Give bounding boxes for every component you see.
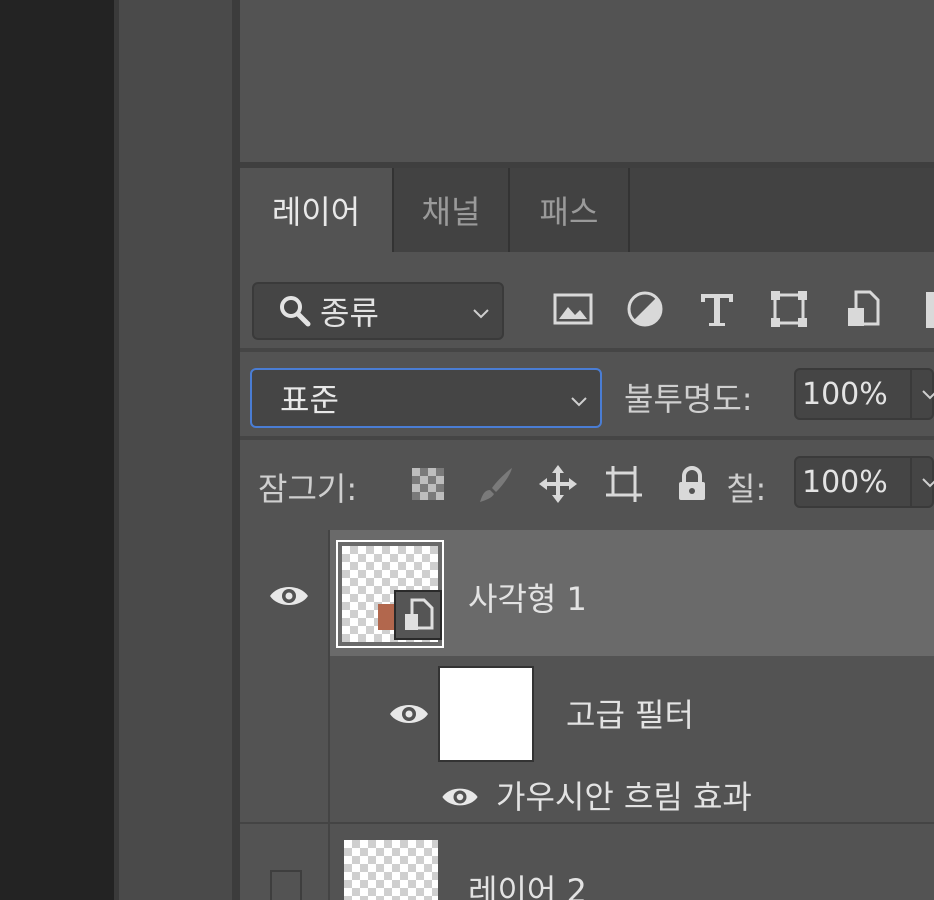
visibility-column [240, 530, 330, 656]
layers-list: 사각형 1 고급 필터 가우시안 흐림 효과 레이어 2 [240, 530, 934, 900]
layer-thumbnail [344, 840, 438, 900]
fill-value: 100% [802, 464, 888, 500]
lock-position-move-icon[interactable] [538, 464, 578, 504]
search-icon [280, 296, 311, 327]
filter-toggle-switch[interactable] [926, 292, 934, 328]
chevron-down-icon [473, 309, 489, 319]
layers-panel: 레이어 채널 패스 종류 표준 불투명도: 100% 잠그기: 칠: 100% … [240, 0, 934, 900]
fill-label: 칠: [726, 470, 767, 508]
tab-divider [628, 168, 630, 252]
fill-field[interactable]: 100% [794, 456, 934, 508]
layer-thumbnail-frame [336, 540, 444, 648]
smart-object-badge [394, 590, 442, 640]
opacity-field[interactable]: 100% [794, 368, 934, 420]
tab-layers[interactable]: 레이어 [240, 168, 392, 252]
smart-object-icon [405, 598, 434, 630]
gaussian-blur-filter-label[interactable]: 가우시안 흐림 효과 [496, 772, 752, 818]
layer-row[interactable]: 사각형 1 [240, 530, 934, 656]
upper-panel-area [240, 0, 934, 162]
lock-all-icon[interactable] [672, 464, 712, 504]
blend-mode-value: 표준 [280, 381, 339, 419]
panel-tabbar: 레이어 채널 패스 [240, 168, 934, 252]
filter-kind-label: 종류 [320, 294, 379, 332]
layer-row[interactable]: 레이어 2 [240, 824, 934, 900]
layer-filter-row: 종류 [240, 252, 934, 348]
canvas-background [0, 0, 114, 900]
lock-artboard-icon[interactable] [604, 464, 644, 504]
filter-kind-select[interactable]: 종류 [252, 282, 504, 340]
thumbnail-image-fragment [378, 604, 394, 630]
eye-icon[interactable] [388, 700, 430, 728]
chevron-down-icon[interactable] [920, 472, 934, 492]
lock-pixels-brush-icon[interactable] [476, 464, 516, 504]
field-divider [910, 370, 912, 418]
type-filter-icon[interactable] [696, 288, 738, 330]
opacity-value: 100% [802, 376, 888, 412]
image-filter-icon[interactable] [552, 288, 594, 330]
tab-paths[interactable]: 패스 [510, 168, 628, 252]
field-divider [910, 458, 912, 506]
lock-label: 잠그기: [258, 470, 358, 508]
layer-name[interactable]: 사각형 1 [468, 574, 587, 620]
blend-mode-row: 표준 불투명도: 100% [240, 352, 934, 436]
eye-icon[interactable] [268, 582, 310, 610]
shape-filter-icon[interactable] [768, 288, 810, 330]
layer-name[interactable]: 레이어 2 [468, 866, 587, 900]
lock-row: 잠그기: 칠: 100% [240, 440, 934, 530]
panel-divider[interactable] [232, 0, 240, 900]
tab-channels[interactable]: 채널 [394, 168, 508, 252]
blend-mode-select[interactable]: 표준 [250, 368, 602, 428]
filter-mask-thumbnail[interactable] [438, 666, 534, 762]
smart-object-filter-icon[interactable] [842, 288, 884, 330]
visibility-column [240, 656, 330, 822]
lock-transparency-icon[interactable] [408, 464, 448, 504]
smart-filters-label[interactable]: 고급 필터 [566, 690, 694, 736]
adjustment-filter-icon[interactable] [624, 288, 666, 330]
visibility-column [240, 824, 330, 900]
toolbar-strip [114, 0, 234, 900]
visibility-toggle-empty[interactable] [270, 870, 302, 900]
chevron-down-icon [571, 397, 587, 407]
opacity-label: 불투명도: [624, 380, 753, 418]
chevron-down-icon[interactable] [920, 384, 934, 404]
smart-filters-row[interactable]: 고급 필터 가우시안 흐림 효과 [240, 656, 934, 822]
eye-icon[interactable] [440, 784, 480, 810]
